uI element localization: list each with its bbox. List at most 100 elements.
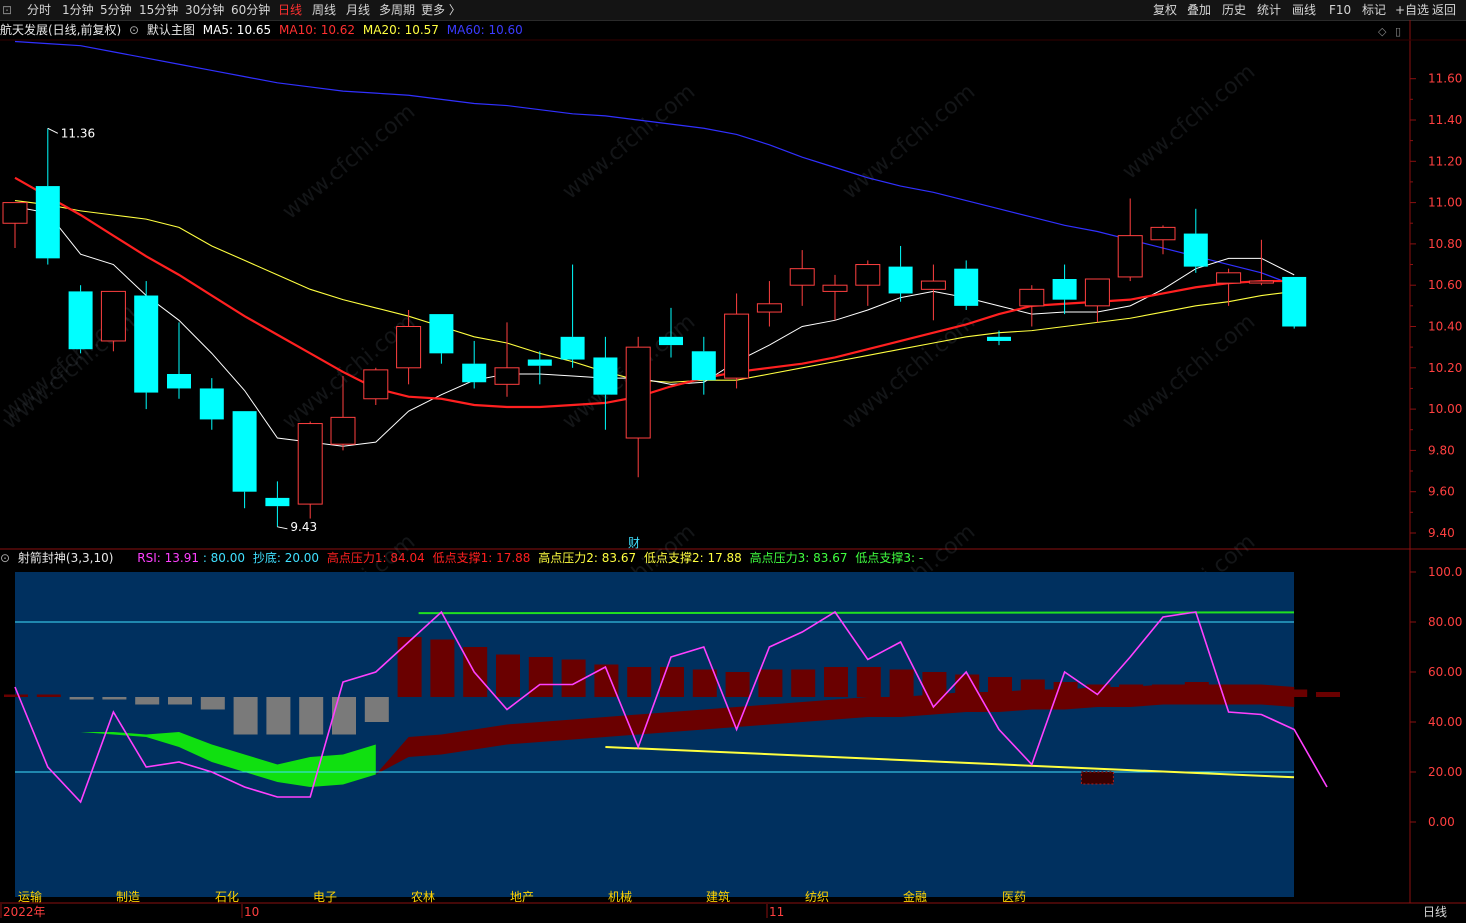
sector-label-9: 金融	[903, 889, 927, 904]
candle-33	[1084, 278, 1110, 323]
time-label-2: 11	[769, 905, 784, 919]
candle-23	[756, 281, 782, 327]
candle-body-up	[625, 346, 651, 439]
price-tick-label: 10.40	[1428, 320, 1462, 334]
candle-24	[789, 250, 815, 306]
candle-34	[1117, 198, 1143, 282]
sector-label-0: 运输	[18, 889, 42, 904]
candle-1	[35, 128, 60, 265]
histogram-bar	[627, 667, 652, 697]
candle-body-down	[232, 411, 257, 492]
candle-17	[560, 264, 585, 368]
indicator-tick-label: 40.00	[1428, 715, 1462, 729]
candle-body-down	[987, 336, 1011, 341]
ma60-line	[14, 40, 1295, 286]
indicator-tick-label: 0.00	[1428, 815, 1455, 829]
low-price-label: 9.43	[290, 520, 317, 534]
histogram-bar	[725, 672, 750, 697]
candle-body-down	[167, 373, 191, 389]
histogram-bar	[266, 697, 291, 735]
histogram-bar	[36, 694, 61, 697]
histogram-bar	[660, 667, 684, 697]
price-tick-label: 9.40	[1428, 526, 1455, 540]
candle-body-up	[363, 369, 389, 400]
watermark-text: www.cfchi.com	[558, 79, 700, 204]
watermark-text: www.cfchi.com	[1118, 59, 1260, 184]
candle-body-down	[560, 336, 585, 360]
candle-body-up	[396, 326, 422, 369]
candle-body-up	[330, 416, 356, 445]
diamond-icon[interactable]: ◇	[1378, 25, 1387, 38]
histogram-bar	[824, 667, 848, 697]
price-tick-label: 9.60	[1428, 485, 1455, 499]
candle-body-down	[888, 266, 913, 294]
price-tick-label: 10.80	[1428, 237, 1462, 251]
indicator-background	[15, 572, 1294, 897]
candle-body-up	[1216, 272, 1242, 284]
candle-body-up	[822, 284, 848, 292]
candle-16	[527, 351, 552, 385]
sector-label-7: 建筑	[706, 889, 730, 904]
signal-marker	[1080, 771, 1114, 785]
candle-19	[625, 336, 651, 478]
candle-body-up	[1117, 235, 1143, 278]
price-tick-label: 11.00	[1428, 196, 1462, 210]
price-tick-label: 10.00	[1428, 402, 1462, 416]
histogram-bar	[561, 659, 586, 697]
time-label-0: 2022年	[3, 905, 46, 919]
candle-8	[265, 481, 290, 527]
sector-label-6: 机械	[608, 889, 632, 904]
candle-body-up	[1150, 226, 1176, 241]
indicator-tick-label: 20.00	[1428, 765, 1462, 779]
candle-32	[1052, 264, 1077, 315]
high-pressure-line	[418, 611, 1295, 615]
candle-body-down	[1183, 233, 1208, 267]
price-tick-label: 10.20	[1428, 361, 1462, 375]
stock-chart-canvas[interactable]: www.cfchi.com www.cfchi.com www.cfchi.com w…	[0, 0, 1466, 923]
candle-27	[888, 245, 913, 302]
watermark-text: www.cfchi.com	[838, 79, 980, 204]
indicator-tick-label: 100.0	[1428, 565, 1462, 579]
candle-30	[987, 330, 1011, 346]
histogram-bar	[364, 697, 389, 722]
histogram-bar	[69, 697, 94, 700]
price-tick-label: 11.20	[1428, 154, 1462, 168]
candle-body-down	[199, 388, 224, 420]
candle-body-down	[462, 363, 487, 383]
indicator-tick-label: 80.00	[1428, 615, 1462, 629]
candle-18	[593, 336, 618, 430]
watermark-text: www.cfchi.com	[838, 309, 980, 434]
histogram-bar	[168, 697, 192, 705]
histogram-bar	[496, 654, 520, 697]
histogram-bar	[332, 697, 356, 735]
candle-body-up	[724, 313, 750, 379]
candle-body-up	[1019, 288, 1045, 307]
watermark-text: www.cfchi.com	[278, 99, 420, 224]
histogram-bar	[758, 669, 783, 697]
candle-body-down	[265, 497, 290, 507]
candle-29	[954, 260, 979, 310]
candle-21	[691, 336, 716, 395]
histogram-bar	[1316, 692, 1340, 697]
sector-label-10: 医药	[1002, 890, 1026, 904]
sector-label-2: 石化	[215, 890, 239, 904]
period-label: 日线	[1423, 905, 1447, 919]
candle-body-down	[1052, 279, 1077, 300]
candle-6	[199, 378, 224, 430]
candle-26	[855, 260, 881, 306]
histogram-bar	[200, 697, 225, 710]
candle-39	[1282, 276, 1307, 329]
candle-15	[494, 322, 520, 397]
time-label-1: 10	[244, 905, 259, 919]
candle-9	[297, 421, 323, 519]
sector-label-1: 制造	[116, 890, 140, 904]
finance-marker: 财	[628, 536, 640, 550]
histogram-bar	[889, 669, 914, 697]
histogram-bar	[397, 637, 422, 697]
high-price-label: 11.36	[61, 126, 95, 140]
histogram-bar	[102, 697, 127, 700]
candle-body-up	[2, 202, 28, 224]
price-tick-label: 11.60	[1428, 72, 1462, 86]
expand-icon[interactable]: ▯	[1395, 25, 1401, 38]
high-marker-arrow	[47, 127, 59, 134]
